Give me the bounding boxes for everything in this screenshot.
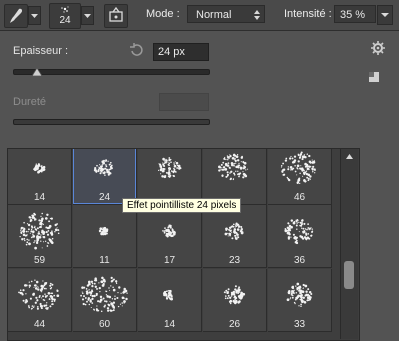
brush-size-label: 36 <box>293 255 306 266</box>
brush-preset-cell[interactable]: 44 <box>8 269 72 332</box>
brush-tip-preview <box>19 212 60 250</box>
brush-tooltip: Effet pointilliste 24 pixels <box>122 198 242 213</box>
brush-preset-cell[interactable]: 14 <box>8 149 72 205</box>
brush-size-label: 59 <box>33 255 46 266</box>
brush-size-readout: 24 <box>59 15 71 26</box>
hardness-label: Dureté <box>13 96 47 108</box>
brush-tip-preview <box>158 157 182 179</box>
brush-size-label: 60 <box>98 319 111 330</box>
brush-preset-cell[interactable]: 59 <box>8 205 72 268</box>
brush-preset-cell[interactable]: 26 <box>203 269 267 332</box>
brush-tip-preview <box>286 282 313 307</box>
brush-tip-preview <box>18 279 60 310</box>
thickness-slider-handle[interactable] <box>31 67 43 78</box>
brush-preset-cell[interactable]: 14 <box>138 269 202 332</box>
brush-preset-dropdown[interactable] <box>81 6 94 25</box>
chevron-down-icon <box>84 14 91 18</box>
brush-tip-preview <box>224 222 244 240</box>
brush-preset-cell[interactable]: 36 <box>268 205 332 268</box>
brush-size-label: 46 <box>293 192 306 203</box>
brush-tip-preview <box>284 218 314 245</box>
reset-icon[interactable] <box>128 42 144 58</box>
hardness-slider-track <box>13 119 210 125</box>
tool-preset-dropdown[interactable] <box>28 6 41 25</box>
brush-preset-cell[interactable] <box>203 149 267 205</box>
brush-preset-cell[interactable]: 33 <box>268 269 332 332</box>
brush-preset-picker[interactable]: 24 <box>49 3 81 29</box>
brush-preset-cell[interactable]: 46 <box>268 149 332 205</box>
grid-scrollbar[interactable] <box>340 149 358 339</box>
options-toolbar: 24 Mode : Normal Intensité : 35 % <box>0 0 399 31</box>
brush-tip-preview <box>161 224 176 238</box>
thickness-value: 24 px <box>158 46 185 58</box>
brush-tip-preview <box>223 285 246 305</box>
brush-size-label: 11 <box>99 255 110 266</box>
chevron-down-icon <box>381 13 389 17</box>
airbrush-toggle-icon <box>109 6 123 22</box>
mode-label: Mode : <box>146 8 180 20</box>
brush-preset-grid: 14 24 46 59 11 17 23 36 44 60 14 26 33 <box>7 148 360 341</box>
mode-value: Normal <box>196 9 232 21</box>
brush-preset-cell[interactable]: 23 <box>203 205 267 268</box>
brush-tip-preview <box>98 226 109 236</box>
intensity-field[interactable]: 35 % <box>334 5 376 23</box>
thickness-input[interactable]: 24 px <box>153 43 209 61</box>
brush-preset-cell[interactable] <box>138 149 202 205</box>
scroll-up-icon[interactable] <box>345 153 354 160</box>
intensity-label: Intensité : <box>284 8 332 20</box>
intensity-value: 35 % <box>340 9 366 21</box>
brush-tip-preview <box>280 151 316 185</box>
thickness-label: Epaisseur : <box>13 45 69 57</box>
brush-tip-preview <box>162 289 173 301</box>
brush-preset-cell[interactable]: 17 <box>138 205 202 268</box>
brush-size-label: 14 <box>33 192 46 203</box>
brush-tip-preview <box>80 276 128 313</box>
intensity-dropdown[interactable] <box>377 5 393 25</box>
brush-size-label: 26 <box>228 319 241 330</box>
select-arrows-icon <box>254 10 260 20</box>
gear-icon[interactable] <box>370 40 386 56</box>
brush-preset-cell[interactable]: 60 <box>73 269 137 332</box>
new-preset-icon[interactable] <box>368 71 380 83</box>
brush-preset-cell[interactable]: 11 <box>73 205 137 268</box>
brush-size-label: 23 <box>228 255 241 266</box>
mode-select[interactable]: Normal <box>187 5 265 23</box>
brush-tool-icon[interactable] <box>4 4 28 28</box>
hardness-input <box>159 93 209 111</box>
brush-size-label: 44 <box>33 319 46 330</box>
brush-tip-preview <box>93 159 113 176</box>
brush-size-label: 14 <box>163 319 176 330</box>
brush-size-label: 17 <box>163 255 176 266</box>
brush-panel-toggle[interactable] <box>104 4 128 28</box>
brush-preset-cell[interactable]: 24 <box>73 149 137 205</box>
brush-tip-preview <box>218 153 249 181</box>
brush-tip-preview <box>33 163 46 174</box>
brush-size-label: 33 <box>293 319 306 330</box>
scrollbar-thumb[interactable] <box>344 261 354 289</box>
